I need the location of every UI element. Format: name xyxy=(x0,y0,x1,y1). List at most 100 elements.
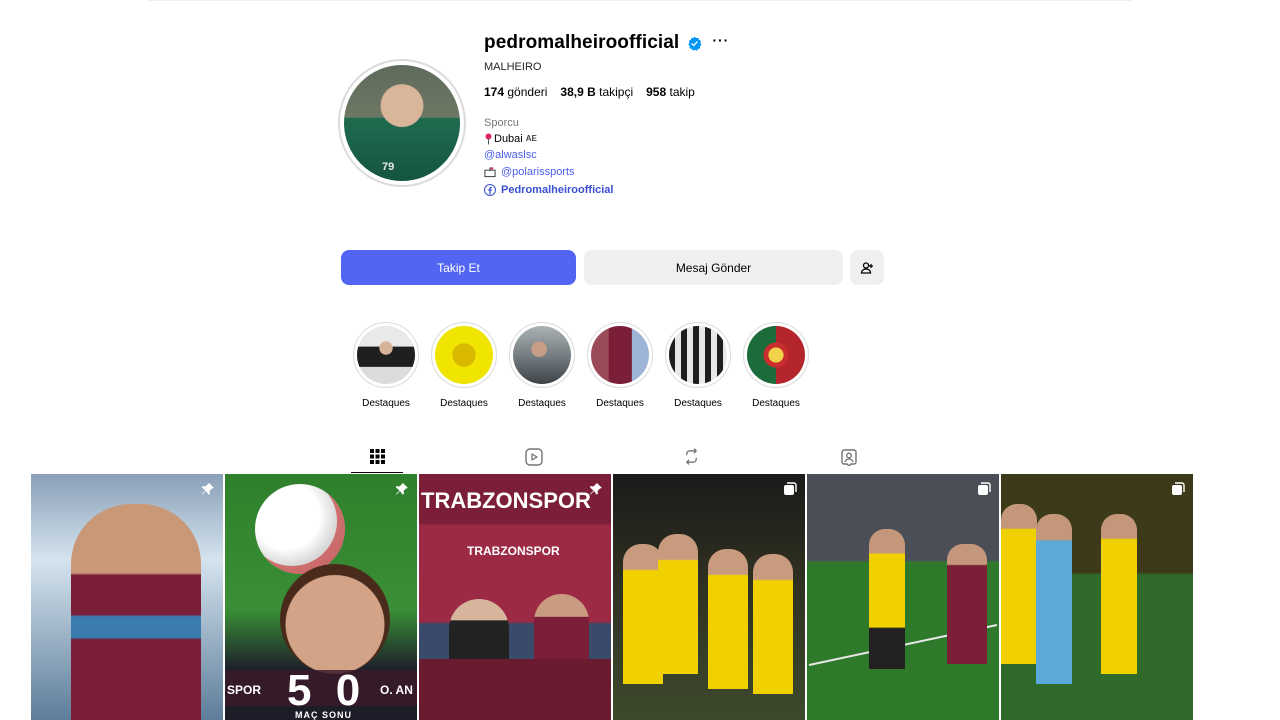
tagged-icon xyxy=(840,448,858,466)
followers-label: takipçi xyxy=(599,85,634,99)
pin-icon xyxy=(395,482,409,496)
tab-posts[interactable] xyxy=(351,440,403,473)
post-tile[interactable] xyxy=(613,474,805,720)
post-tile[interactable] xyxy=(31,474,223,720)
post-tile[interactable] xyxy=(1001,474,1193,720)
highlight-cover xyxy=(591,326,649,384)
highlight-label: Destaques xyxy=(440,398,488,409)
top-divider xyxy=(148,0,1132,1)
post-image-person xyxy=(534,594,589,669)
repost-icon xyxy=(683,448,700,465)
highlight-item[interactable]: Destaques xyxy=(509,322,575,409)
post-tile[interactable] xyxy=(807,474,999,720)
post-tile[interactable]: 5 0 SPOR O. AN MAÇ SONU xyxy=(225,474,417,720)
suggest-user-button[interactable] xyxy=(850,250,884,285)
highlight-item[interactable]: Destaques xyxy=(587,322,653,409)
post-team-left-text: SPOR xyxy=(227,683,262,697)
highlight-ring xyxy=(509,322,575,388)
highlight-item[interactable]: Destaques xyxy=(665,322,731,409)
highlight-label: Destaques xyxy=(674,398,722,409)
full-name: MALHEIRO xyxy=(484,61,542,73)
pin-icon xyxy=(201,482,215,496)
post-image-opponent xyxy=(947,544,987,664)
carousel-icon xyxy=(1171,482,1185,496)
country-flag: AE xyxy=(525,134,537,143)
highlight-cover xyxy=(435,326,493,384)
post-image-player xyxy=(1001,504,1037,664)
profile-tabs xyxy=(338,440,898,473)
pin-icon xyxy=(589,482,603,496)
post-tile[interactable]: TRABZONSPOR TRABZONSPOR xyxy=(419,474,611,720)
posts-stat: 174 gönderi xyxy=(484,85,547,99)
highlight-label: Destaques xyxy=(518,398,566,409)
tab-reposts[interactable] xyxy=(665,440,717,473)
username: pedromalheiroofficial xyxy=(484,32,680,53)
location-text: Dubai xyxy=(494,132,523,145)
post-image-player xyxy=(869,529,905,669)
verified-badge-icon xyxy=(687,36,702,51)
post-image-goalkeeper xyxy=(1036,514,1072,684)
post-image xyxy=(71,504,201,720)
post-image-player xyxy=(1101,514,1137,674)
highlight-ring xyxy=(587,322,653,388)
tab-tagged[interactable] xyxy=(823,440,875,473)
highlight-item[interactable]: Destaques xyxy=(353,322,419,409)
bio-location: Dubai AE xyxy=(484,132,904,145)
profile-category: Sporcu xyxy=(484,117,519,129)
post-image-face xyxy=(280,564,390,674)
facebook-icon xyxy=(484,183,496,196)
message-button[interactable]: Mesaj Gönder xyxy=(584,250,843,285)
more-options-icon[interactable]: ··· xyxy=(712,33,729,47)
post-image-player xyxy=(708,549,748,689)
highlight-label: Destaques xyxy=(596,398,644,409)
posts-count: 174 xyxy=(484,85,505,99)
highlight-label: Destaques xyxy=(362,398,410,409)
club-mention-link[interactable]: @alwaslsc xyxy=(484,149,537,161)
profile-info: pedromalheiroofficial ··· MALHEIRO 174 g… xyxy=(484,32,904,196)
username-row: pedromalheiroofficial ··· xyxy=(484,32,904,54)
highlight-ring xyxy=(665,322,731,388)
following-label: takip xyxy=(669,85,695,99)
post-score-text: 5 0 xyxy=(287,666,367,715)
reels-icon xyxy=(525,447,543,466)
followers-count: 38,9 B xyxy=(560,85,596,99)
tab-reels[interactable] xyxy=(508,440,560,473)
carousel-icon xyxy=(783,482,797,496)
story-highlights: Destaques Destaques Destaques Destaques … xyxy=(353,322,809,409)
bio-agency: @polarissports xyxy=(484,165,904,178)
highlight-ring xyxy=(431,322,497,388)
highlight-cover xyxy=(669,326,727,384)
highlight-cover xyxy=(513,326,571,384)
facebook-link[interactable]: Pedromalheiroofficial xyxy=(501,184,613,196)
bio-facebook: Pedromalheiroofficial xyxy=(484,183,904,196)
highlight-cover xyxy=(357,326,415,384)
bio-club: @alwaslsc xyxy=(484,148,904,161)
add-person-icon xyxy=(860,261,874,275)
followers-stat[interactable]: 38,9 B takipçi xyxy=(560,85,633,99)
post-image-desk xyxy=(419,659,611,720)
avatar-image xyxy=(344,65,460,181)
posts-label: gönderi xyxy=(507,85,548,99)
highlight-ring xyxy=(353,322,419,388)
profile-stats: 174 gönderi 38,9 B takipçi 958 takip xyxy=(484,85,904,99)
highlight-ring xyxy=(743,322,809,388)
post-image-player xyxy=(623,544,663,684)
post-title-text: TRABZONSPOR xyxy=(421,488,591,513)
following-count: 958 xyxy=(646,85,667,99)
highlight-item[interactable]: Destaques xyxy=(431,322,497,409)
carousel-icon xyxy=(977,482,991,496)
agency-mention-link[interactable]: @polarissports xyxy=(501,166,575,178)
mailbox-icon xyxy=(484,166,496,178)
post-subtitle-text: TRABZONSPOR xyxy=(467,544,560,558)
post-team-right-text: O. AN xyxy=(380,683,413,697)
highlight-cover xyxy=(747,326,805,384)
follow-button[interactable]: Takip Et xyxy=(341,250,576,285)
pin-location-icon xyxy=(484,133,493,145)
highlight-label: Destaques xyxy=(752,398,800,409)
post-image xyxy=(255,484,345,574)
posts-grid: 5 0 SPOR O. AN MAÇ SONU TRABZONSPOR TRAB… xyxy=(31,474,1194,720)
post-caption-text: MAÇ SONU xyxy=(295,710,352,720)
profile-avatar[interactable] xyxy=(338,59,466,187)
highlight-item[interactable]: Destaques xyxy=(743,322,809,409)
following-stat[interactable]: 958 takip xyxy=(646,85,695,99)
